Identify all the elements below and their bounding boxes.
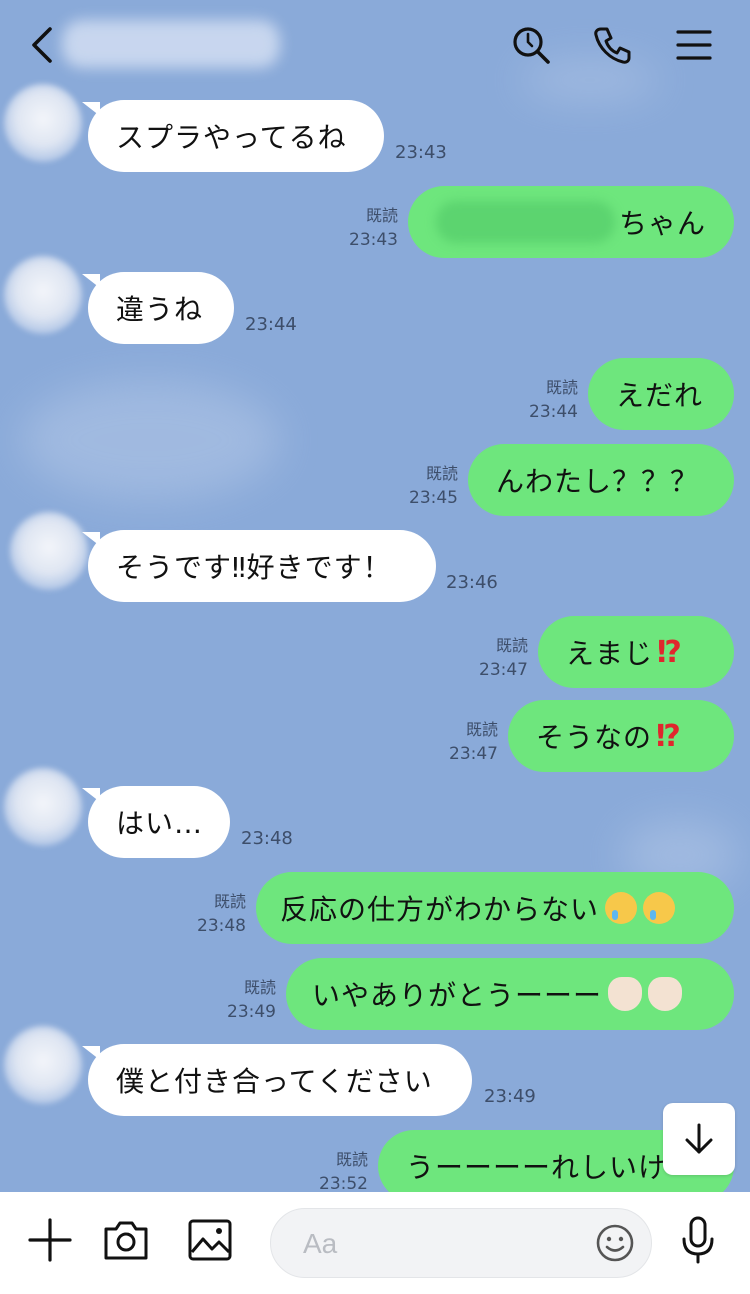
voice-message-button[interactable] xyxy=(672,1214,724,1266)
redacted-name xyxy=(436,201,615,243)
message-bubble-outgoing[interactable]: ちゃん xyxy=(408,186,734,258)
read-receipt: 既読 xyxy=(545,378,578,397)
search-icon xyxy=(513,27,550,64)
message-time: 23:49 xyxy=(227,1002,276,1022)
message-time: 23:47 xyxy=(449,744,498,764)
message-input[interactable] xyxy=(301,1221,585,1267)
message-time: 23:49 xyxy=(484,1086,536,1107)
message-text: えだれ xyxy=(616,379,704,412)
message-time: 23:45 xyxy=(409,488,458,508)
message-input-field[interactable] xyxy=(270,1208,652,1278)
message-bubble-incoming[interactable]: 僕と付き合ってください xyxy=(88,1044,472,1116)
read-receipt: 既読 xyxy=(335,1150,368,1169)
message-text: そうです‼好きです！ xyxy=(116,551,392,584)
chat-title xyxy=(62,20,280,68)
message-time: 23:46 xyxy=(446,572,498,593)
message-time: 23:47 xyxy=(479,660,528,680)
image-icon xyxy=(188,1219,232,1261)
message-meta: 既読 23:52 xyxy=(302,1148,368,1196)
phone-icon xyxy=(594,27,631,64)
back-button[interactable] xyxy=(22,20,62,70)
menu-icon xyxy=(676,30,712,60)
camera-button[interactable] xyxy=(100,1214,152,1266)
message-bubble-outgoing[interactable]: えだれ xyxy=(588,358,734,430)
emoji-icon xyxy=(596,1224,634,1262)
read-receipt: 既読 xyxy=(495,636,528,655)
message-meta: 既読 23:48 xyxy=(180,890,246,938)
message-bubble-outgoing[interactable]: 反応の仕方がわからない xyxy=(256,872,734,944)
avatar[interactable] xyxy=(4,84,82,162)
exclamation-question-icon: ⁉ xyxy=(657,634,683,670)
menu-button[interactable] xyxy=(669,20,719,70)
message-text: はい… xyxy=(116,807,204,840)
message-time: 23:44 xyxy=(245,314,297,335)
message-text: いやありがとうーーー xyxy=(312,979,603,1012)
call-button[interactable] xyxy=(588,20,638,70)
message-meta: 既読 23:44 xyxy=(510,376,578,424)
exclamation-question-icon: ⁉ xyxy=(656,718,682,754)
message-text: うーーーーれしいけ xyxy=(406,1151,668,1184)
message-time: 23:48 xyxy=(241,828,293,849)
face-holding-back-tears-icon xyxy=(605,892,638,924)
call-me-hand-icon xyxy=(648,977,683,1011)
chat-header xyxy=(0,0,750,90)
arrow-down-icon xyxy=(685,1123,713,1154)
message-bubble-incoming[interactable]: そうです‼好きです！ xyxy=(88,530,436,602)
avatar[interactable] xyxy=(10,512,88,590)
message-bubble-outgoing[interactable]: んわたし？？？ xyxy=(468,444,734,516)
message-meta: 既読 23:49 xyxy=(210,976,276,1024)
message-text: ちゃん xyxy=(618,207,706,240)
microphone-icon xyxy=(682,1216,714,1264)
message-text: えまじ xyxy=(566,637,654,670)
search-button[interactable] xyxy=(506,20,556,70)
read-receipt: 既読 xyxy=(213,892,246,911)
message-text: そうなの xyxy=(536,721,653,754)
message-meta: 既読 23:47 xyxy=(432,718,498,766)
camera-icon xyxy=(104,1221,148,1260)
call-me-hand-icon xyxy=(608,977,643,1011)
background-decoration xyxy=(20,380,280,500)
read-receipt: 既読 xyxy=(425,464,458,483)
scroll-to-bottom-button[interactable] xyxy=(663,1103,735,1175)
message-time: 23:43 xyxy=(349,230,398,250)
image-button[interactable] xyxy=(184,1214,236,1266)
message-time: 23:44 xyxy=(529,402,578,422)
message-bubble-incoming[interactable]: 違うね xyxy=(88,272,234,344)
message-bubble-incoming[interactable]: スプラやってるね xyxy=(88,100,384,172)
message-meta: 既読 23:47 xyxy=(462,634,528,682)
emoji-button[interactable] xyxy=(595,1223,635,1263)
message-compose-bar xyxy=(0,1192,750,1294)
plus-icon xyxy=(28,1218,72,1262)
message-bubble-outgoing[interactable]: そうなの ⁉ xyxy=(508,700,734,772)
message-bubble-incoming[interactable]: はい… xyxy=(88,786,230,858)
message-text: スプラやってるね xyxy=(116,121,347,154)
read-receipt: 既読 xyxy=(243,978,276,997)
avatar[interactable] xyxy=(4,1026,82,1104)
message-meta: 既読 23:45 xyxy=(392,462,458,510)
read-receipt: 既読 xyxy=(465,720,498,739)
message-text: 僕と付き合ってください xyxy=(116,1065,433,1098)
chevron-left-icon xyxy=(32,27,52,63)
message-time: 23:43 xyxy=(395,142,447,163)
read-receipt: 既読 xyxy=(365,206,398,225)
message-text: んわたし？？？ xyxy=(496,465,700,498)
message-time: 23:48 xyxy=(197,916,246,936)
add-button[interactable] xyxy=(24,1214,76,1266)
face-holding-back-tears-icon xyxy=(643,892,676,924)
message-text: 違うね xyxy=(116,293,204,326)
message-bubble-outgoing[interactable]: えまじ ⁉ xyxy=(538,616,734,688)
message-meta: 既読 23:43 xyxy=(330,204,398,252)
avatar[interactable] xyxy=(4,768,82,846)
message-text: 反応の仕方がわからない xyxy=(280,893,600,926)
avatar[interactable] xyxy=(4,256,82,334)
message-bubble-outgoing[interactable]: いやありがとうーーー xyxy=(286,958,734,1030)
